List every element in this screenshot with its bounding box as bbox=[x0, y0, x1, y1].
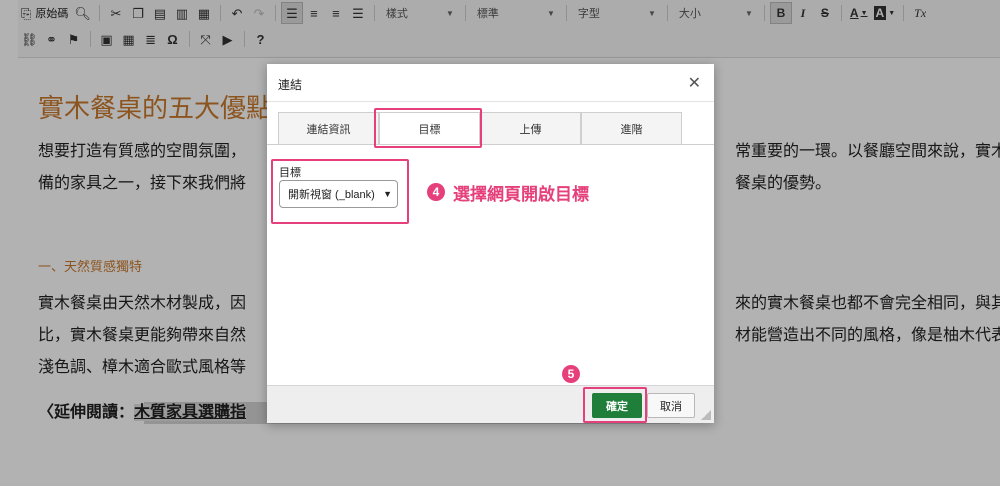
tab-advanced[interactable]: 進階 bbox=[581, 112, 682, 144]
highlight-target-select bbox=[271, 159, 409, 224]
highlight-target-tab bbox=[374, 108, 482, 148]
close-icon[interactable]: ✕ bbox=[688, 73, 701, 93]
tab-upload[interactable]: 上傳 bbox=[480, 112, 581, 144]
resize-grip-icon[interactable] bbox=[701, 410, 711, 420]
link-dialog: 連結 ✕ 連結資訊 目標 上傳 進階 目標 開新視窗 (_blank) ▼ 確定… bbox=[267, 64, 714, 423]
tab-panel-divider bbox=[267, 144, 714, 145]
cancel-button[interactable]: 取消 bbox=[647, 393, 695, 418]
step-4-badge: 4 bbox=[427, 183, 445, 201]
dialog-title: 連結 bbox=[278, 78, 303, 92]
step-4-text: 選擇網頁開啟目標 bbox=[453, 185, 589, 204]
highlight-ok-button bbox=[583, 387, 647, 423]
step-5-badge: 5 bbox=[562, 365, 580, 383]
dialog-header: 連結 ✕ bbox=[267, 64, 714, 102]
tab-link-info[interactable]: 連結資訊 bbox=[278, 112, 379, 144]
